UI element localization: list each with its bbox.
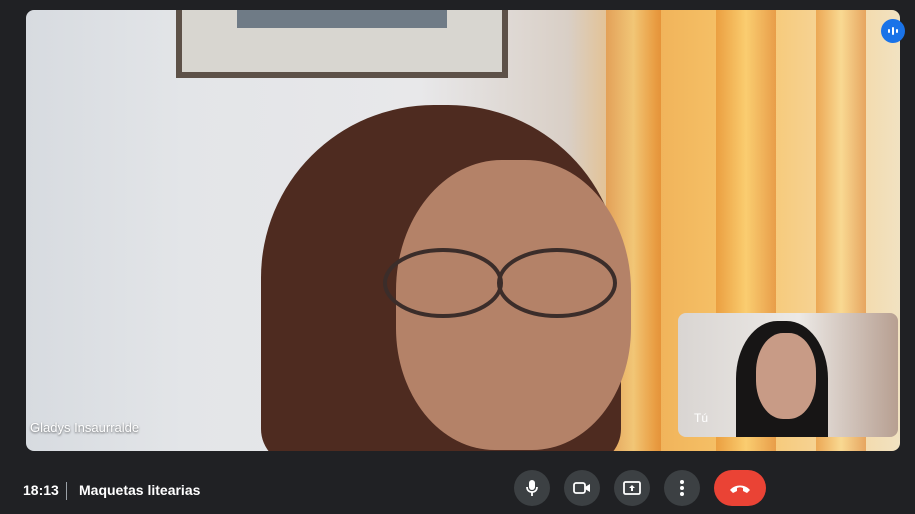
more-vertical-icon: [680, 480, 684, 496]
camera-icon: [573, 482, 590, 494]
mic-icon: [526, 480, 538, 496]
call-control-bar: 18:13 Maquetas litearias: [0, 466, 915, 514]
self-view-label: Tú: [694, 411, 709, 425]
speaking-indicator-icon: [881, 19, 905, 43]
microphone-button[interactable]: [514, 470, 550, 506]
self-view-video[interactable]: Tú: [678, 313, 898, 437]
leave-call-button[interactable]: [714, 470, 766, 506]
divider: [66, 482, 67, 500]
audio-wave-icon: [888, 27, 898, 35]
wall-picture-frame: [176, 10, 508, 78]
present-screen-icon: [623, 481, 641, 495]
phone-hangup-icon: [730, 485, 750, 493]
participant-name-label: Gladys Insaurralde: [30, 420, 140, 435]
picture-content: [237, 10, 447, 28]
present-screen-button[interactable]: [614, 470, 650, 506]
camera-button[interactable]: [564, 470, 600, 506]
glasses-icon: [383, 248, 617, 318]
self-face: [756, 333, 816, 419]
more-options-button[interactable]: [664, 470, 700, 506]
meeting-title: Maquetas litearias: [79, 482, 201, 498]
meeting-time: 18:13: [23, 482, 59, 498]
meeting-controls: [514, 470, 766, 506]
